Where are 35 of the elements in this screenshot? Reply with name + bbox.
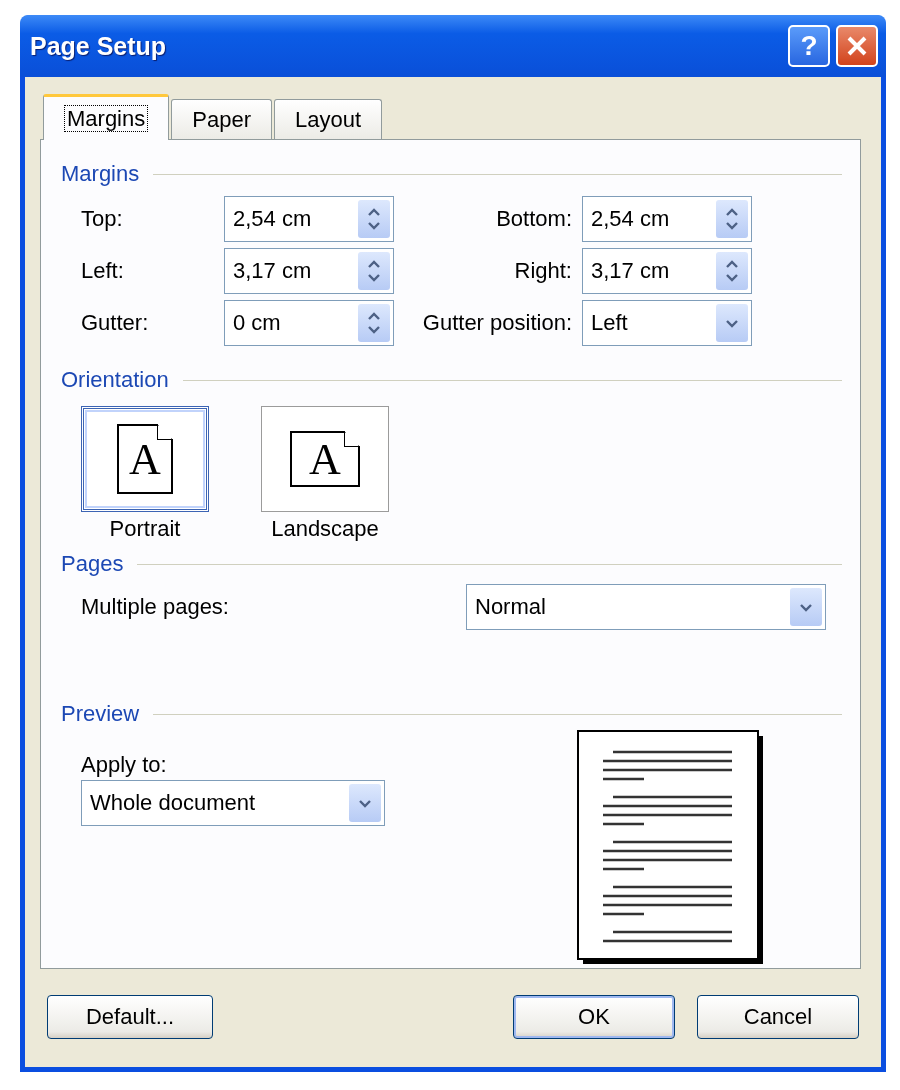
field-label: Left: xyxy=(81,258,125,284)
landscape-page-icon: A xyxy=(290,431,360,487)
dialog-button[interactable]: OK xyxy=(512,995,675,1039)
window-title: Page Setup xyxy=(30,31,167,61)
dialog-button[interactable]: Cancel xyxy=(697,995,859,1039)
portrait-page-icon: A xyxy=(117,424,173,494)
orientation-label: Portrait xyxy=(109,516,181,542)
orientation-button[interactable]: A xyxy=(81,406,209,512)
field-label: Gutter position: xyxy=(421,310,573,336)
spin-field[interactable]: 3,17 cm xyxy=(582,248,752,294)
field-label: Right: xyxy=(513,258,573,284)
field-label: Apply to: xyxy=(81,752,168,778)
orientation-label: Landscape xyxy=(271,516,379,542)
field-label: Top: xyxy=(81,206,124,232)
close-button[interactable] xyxy=(836,25,878,67)
dialog-button[interactable]: Default... xyxy=(47,995,213,1039)
field-label: Bottom: xyxy=(495,206,573,232)
section-heading: Pages xyxy=(61,551,124,577)
spin-field[interactable]: 3,17 cm xyxy=(224,248,394,294)
tab[interactable]: Paper xyxy=(171,99,272,139)
orientation-button[interactable]: A xyxy=(261,406,389,512)
spin-field[interactable]: 2,54 cm xyxy=(582,196,752,242)
close-icon xyxy=(846,35,868,57)
tab[interactable]: Layout xyxy=(273,99,383,139)
dropdown-field[interactable]: Normal xyxy=(466,584,826,630)
section-heading: Preview xyxy=(61,701,140,727)
spin-field[interactable]: 2,54 cm xyxy=(224,196,394,242)
field-label: Gutter: xyxy=(81,310,150,336)
tab[interactable]: Margins xyxy=(43,94,170,140)
field-label: Multiple pages: xyxy=(81,594,230,620)
spin-field[interactable]: 0 cm xyxy=(224,300,394,346)
dropdown-field[interactable]: Whole document xyxy=(81,780,385,826)
section-heading: Orientation xyxy=(61,367,169,393)
section-heading: Margins xyxy=(61,161,140,187)
dropdown-field[interactable]: Left xyxy=(582,300,752,346)
